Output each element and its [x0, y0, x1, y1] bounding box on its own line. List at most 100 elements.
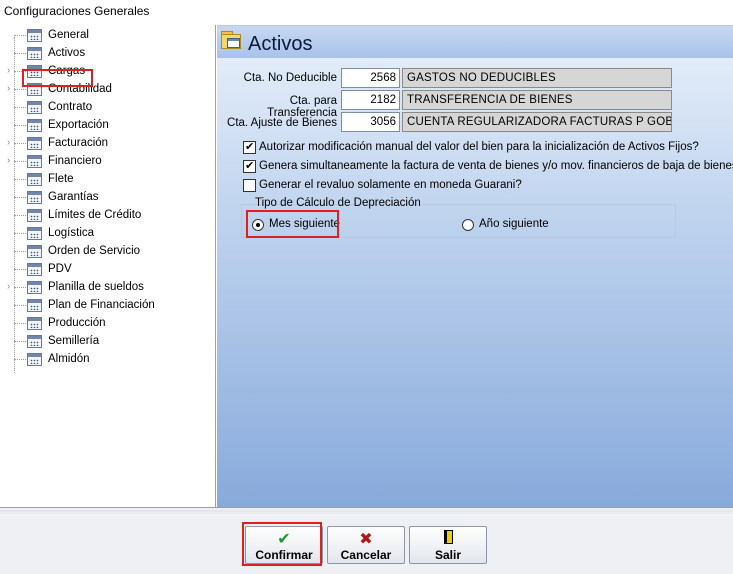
exit-button-label: Salir	[434, 548, 461, 562]
tree-item[interactable]: Plan de Financiación	[0, 297, 216, 315]
tree-item-label: Planilla de sueldos	[48, 281, 144, 293]
tree-item[interactable]: Producción	[0, 315, 216, 333]
option-label-simultaneous-invoice: Genera simultaneamente la factura de ven…	[259, 160, 733, 172]
tree-item-label: PDV	[48, 263, 72, 275]
tree-connector	[14, 341, 26, 342]
option-label-manual-value: Autorizar modificación manual del valor …	[259, 141, 699, 153]
tree-item-label: Facturación	[48, 137, 109, 149]
tree-item-label: Orden de Servicio	[48, 245, 141, 257]
tree-item[interactable]: Límites de Crédito	[0, 207, 216, 225]
account-desc-ajuste: CUENTA REGULARIZADORA FACTURAS P GOBIERN…	[402, 112, 672, 132]
tree-item-label: Plan de Financiación	[48, 299, 155, 311]
tree-item-label: Financiero	[48, 155, 102, 167]
tree-item-label: Almidón	[48, 353, 90, 365]
account-desc-transferencia: TRANSFERENCIA DE BIENES	[402, 90, 672, 110]
confirm-button-highlight	[242, 522, 322, 566]
grid-window-icon	[27, 137, 42, 150]
account-code-no-deducible[interactable]: 2568	[341, 68, 400, 88]
tree-connector	[14, 323, 26, 324]
selected-radio-highlight	[246, 210, 339, 238]
tree-item[interactable]: Almidón	[0, 351, 216, 369]
settings-tree: General Activos › Cargas › Contabilidad Contra…	[0, 25, 216, 507]
tree-connector	[14, 359, 26, 360]
tree-connector	[14, 161, 26, 162]
cancel-button[interactable]: ✖ Cancelar	[327, 526, 405, 564]
button-bar: ✔ Confirmar ✖ Cancelar Salir	[0, 507, 733, 574]
exit-door-icon	[410, 529, 486, 547]
grid-window-icon	[27, 263, 42, 276]
tree-item[interactable]: Garantías	[0, 189, 216, 207]
grid-window-icon	[27, 299, 42, 312]
radio-label-ano-siguiente: Año siguiente	[479, 218, 549, 230]
tree-item[interactable]: Activos	[0, 45, 216, 63]
account-code-transferencia[interactable]: 2182	[341, 90, 400, 110]
tree-connector	[14, 107, 26, 108]
grid-window-icon	[27, 245, 42, 258]
tree-item[interactable]: Orden de Servicio	[0, 243, 216, 261]
tree-item-label: Logística	[48, 227, 95, 239]
exit-button[interactable]: Salir	[409, 526, 487, 564]
tree-connector	[14, 35, 26, 36]
tree-connector	[14, 233, 26, 234]
tree-item-label: Flete	[48, 173, 74, 185]
account-desc-no-deducible: GASTOS NO DEDUCIBLES	[402, 68, 672, 88]
account-label-no-deducible: Cta. No Deducible	[243, 72, 337, 84]
tree-item-label: Contrato	[48, 101, 93, 113]
tree-connector	[14, 143, 26, 144]
tree-item-label: Garantías	[48, 191, 99, 203]
grid-window-icon	[27, 155, 42, 168]
tree-item-label: Límites de Crédito	[48, 209, 142, 221]
grid-window-icon	[27, 119, 42, 132]
window-titlebar: Configuraciones Generales	[0, 0, 733, 22]
selected-item-highlight	[22, 69, 93, 87]
tree-connector	[14, 89, 26, 90]
tree-item[interactable]: › Planilla de sueldos	[0, 279, 216, 297]
grid-window-icon	[27, 101, 42, 114]
folder-grid-icon	[221, 31, 241, 49]
tree-connector	[14, 179, 26, 180]
tree-item[interactable]: Contrato	[0, 99, 216, 117]
tree-item[interactable]: › Facturación	[0, 135, 216, 153]
tree-connector	[14, 197, 26, 198]
radio-ano-siguiente[interactable]	[462, 219, 474, 231]
grid-window-icon	[27, 227, 42, 240]
tree-item[interactable]: General	[0, 27, 216, 45]
option-checkbox-revaluo-guarani[interactable]	[243, 179, 256, 192]
cancel-button-label: Cancelar	[340, 548, 392, 562]
tree-connector	[14, 125, 26, 126]
tree-item[interactable]: Logística	[0, 225, 216, 243]
tree-item[interactable]: Semillería	[0, 333, 216, 351]
option-label-revaluo-guarani: Generar el revaluo solamente en moneda G…	[259, 179, 522, 191]
tree-item-label: Producción	[48, 317, 106, 329]
window-title: Configuraciones Generales	[4, 4, 150, 18]
tree-item-label: Semillería	[48, 335, 100, 347]
tree-item[interactable]: › Financiero	[0, 153, 216, 171]
grid-window-icon	[27, 47, 42, 60]
account-code-ajuste[interactable]: 3056	[341, 112, 400, 132]
tree-connector	[14, 287, 26, 288]
tree-connector	[14, 251, 26, 252]
grid-window-icon	[27, 191, 42, 204]
account-label-transferencia: Cta. para Transferencia	[267, 95, 337, 119]
option-checkbox-manual-value[interactable]	[243, 140, 256, 154]
tree-item[interactable]: Flete	[0, 171, 216, 189]
grid-window-icon	[27, 173, 42, 186]
tree-item[interactable]: PDV	[0, 261, 216, 279]
panel-title: Activos	[248, 33, 313, 55]
tree-item-label: Exportación	[48, 119, 109, 131]
tree-item-label: Activos	[48, 47, 86, 59]
panel-header: Activos	[217, 26, 733, 58]
tree-connector	[14, 269, 26, 270]
grid-window-icon	[27, 335, 42, 348]
tree-item-label: General	[48, 29, 89, 41]
settings-panel: Activos Cta. No Deducible 2568 GASTOS NO…	[217, 25, 733, 507]
grid-window-icon	[27, 281, 42, 294]
option-checkbox-simultaneous-invoice[interactable]	[243, 159, 256, 173]
grid-window-icon	[27, 29, 42, 42]
account-label-ajuste: Cta. Ajuste de Bienes	[227, 117, 337, 129]
tree-item[interactable]: Exportación	[0, 117, 216, 135]
grid-window-icon	[27, 209, 42, 222]
tree-connector	[14, 305, 26, 306]
grid-window-icon	[27, 353, 42, 366]
tree-connector	[14, 215, 26, 216]
